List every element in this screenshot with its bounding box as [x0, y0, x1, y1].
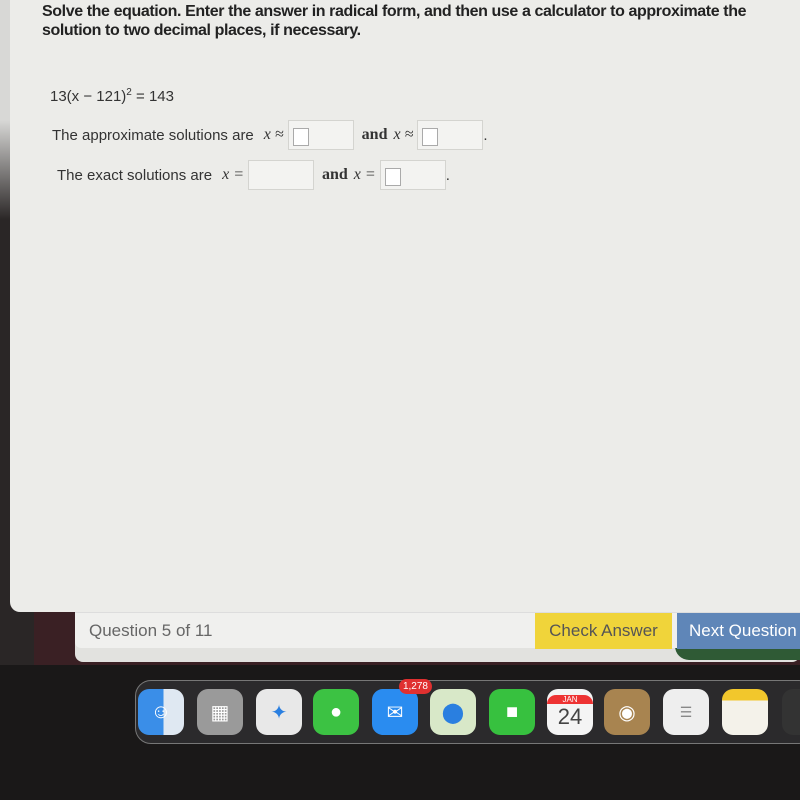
exact-label: The exact solutions are: [57, 166, 213, 184]
approx-var: x ≈: [393, 126, 414, 143]
approx-answer-2[interactable]: [417, 120, 484, 150]
mail-badge: 1,278: [398, 679, 432, 694]
and-label: and: [322, 166, 348, 183]
instruction-text: Solve the equation. Enter the answer in …: [42, 3, 747, 39]
screen: 157/125 Words Solve the equation. Enter …: [0, 0, 800, 665]
safari-icon[interactable]: ✦: [256, 689, 302, 735]
finder-icon[interactable]: ☺: [138, 689, 184, 735]
equation: 13(x − 121)2 = 143: [50, 87, 174, 105]
approx-row: The approximate solutions are x ≈ and x …: [52, 120, 488, 150]
next-question-button[interactable]: Next Question: [677, 613, 800, 649]
check-answer-button[interactable]: Check Answer: [535, 613, 672, 649]
placeholder-box-icon: [292, 128, 309, 146]
exact-row: The exact solutions are x = and x = .: [57, 160, 450, 190]
calendar-icon[interactable]: JAN 24: [547, 689, 593, 735]
exact-answer-2[interactable]: [379, 160, 446, 190]
apple-icon[interactable]: [782, 689, 800, 735]
period: .: [445, 166, 450, 184]
messages-icon[interactable]: ●: [313, 689, 359, 735]
placeholder-box-icon: [384, 168, 401, 186]
launchpad-icon[interactable]: ▦: [197, 689, 243, 735]
exact-var: x =: [222, 166, 244, 183]
calendar-day: 24: [557, 703, 583, 729]
placeholder-box-icon: [422, 128, 439, 146]
mail-icon[interactable]: ✉ 1,278: [372, 679, 432, 735]
contacts-icon[interactable]: ◉: [604, 689, 650, 735]
approx-answer-1[interactable]: [287, 120, 354, 150]
and-label: and: [361, 126, 388, 143]
reminders-icon[interactable]: ☰: [663, 689, 709, 735]
exact-var: x =: [353, 166, 376, 183]
exact-answer-1[interactable]: [248, 160, 314, 190]
notes-icon[interactable]: [722, 689, 768, 735]
equation-left: 13(x − 121): [50, 88, 127, 105]
equation-right: = 143: [131, 88, 174, 105]
approx-var: x ≈: [263, 126, 284, 143]
dock: ☺ ▦ ✦ ● ✉ 1,278 ⬤ ■ JAN 24 ◉ ☰: [135, 679, 800, 744]
calendar-month: JAN: [547, 694, 593, 704]
question-counter: Question 5 of 11: [89, 621, 213, 640]
period: .: [483, 126, 488, 144]
facetime-icon[interactable]: ■: [489, 689, 535, 735]
question-footer: Question 5 of 11 Check Answer Next Quest…: [75, 612, 800, 649]
maps-icon[interactable]: ⬤: [430, 689, 476, 735]
approx-label: The approximate solutions are: [52, 126, 254, 144]
